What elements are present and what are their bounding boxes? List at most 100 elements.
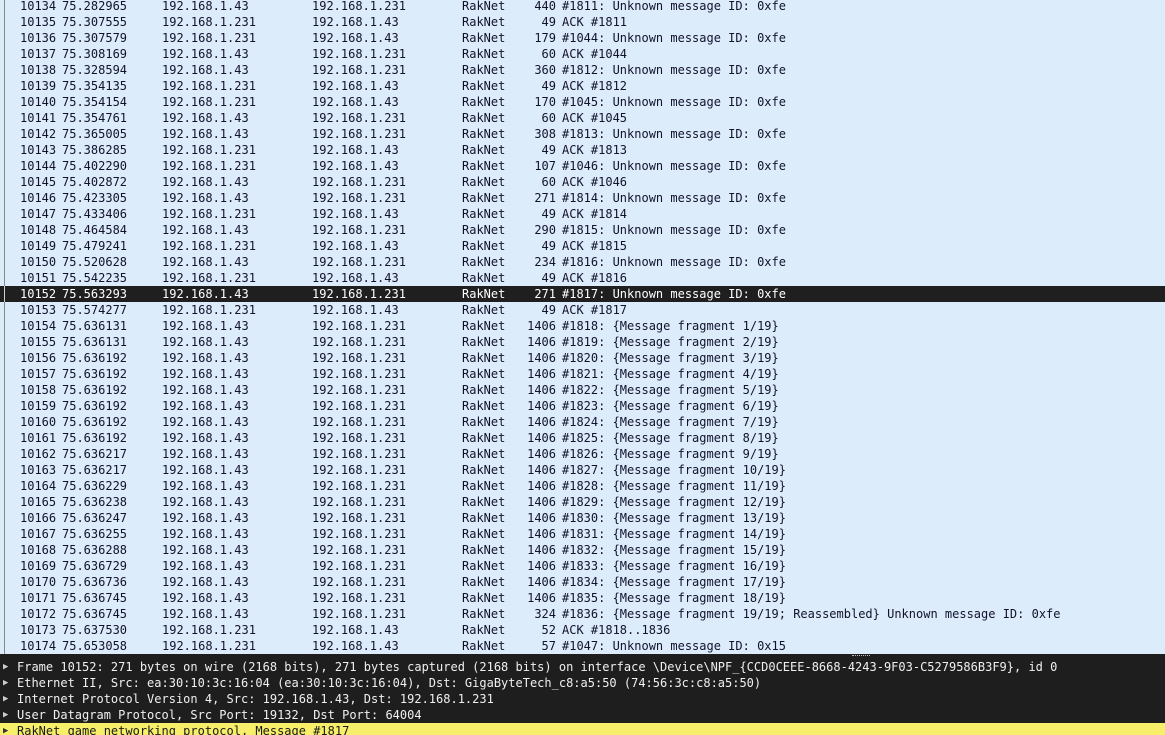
packet-row[interactable]: 10154 75.636131 192.168.1.43 192.168.1.231 R… bbox=[0, 318, 1165, 334]
packet-number: 10153 bbox=[20, 303, 57, 317]
packet-row[interactable]: 10158 75.636192 192.168.1.43 192.168.1.231 R… bbox=[0, 382, 1165, 398]
packet-length: 179 bbox=[534, 31, 556, 45]
packet-info: #1811: Unknown message ID: 0xfe bbox=[562, 0, 786, 13]
packet-row[interactable]: 10153 75.574277 192.168.1.231 192.168.1.43 R… bbox=[0, 302, 1165, 318]
packet-number: 10141 bbox=[20, 111, 57, 125]
expand-arrow-icon[interactable]: ▶ bbox=[3, 675, 13, 691]
packet-row[interactable]: 10147 75.433406 192.168.1.231 192.168.1.43 R… bbox=[0, 206, 1165, 222]
related-packet-line-icon bbox=[4, 590, 7, 606]
packet-source: 192.168.1.43 bbox=[162, 319, 249, 333]
packet-row[interactable]: 10160 75.636192 192.168.1.43 192.168.1.231 R… bbox=[0, 414, 1165, 430]
packet-row[interactable]: 10149 75.479241 192.168.1.231 192.168.1.43 R… bbox=[0, 238, 1165, 254]
packet-protocol: RakNet bbox=[462, 335, 506, 349]
packet-row[interactable]: 10137 75.308169 192.168.1.43 192.168.1.231 R… bbox=[0, 46, 1165, 62]
packet-row[interactable]: 10146 75.423305 192.168.1.43 192.168.1.231 R… bbox=[0, 190, 1165, 206]
packet-row[interactable]: 10135 75.307555 192.168.1.231 192.168.1.43 R… bbox=[0, 14, 1165, 30]
packet-protocol: RakNet bbox=[462, 575, 506, 589]
packet-destination: 192.168.1.231 bbox=[312, 511, 406, 525]
packet-number: 10149 bbox=[20, 239, 57, 253]
packet-list-pane[interactable]: 10134 75.282965 192.168.1.43 192.168.1.231 R… bbox=[0, 0, 1165, 654]
packet-length: 1406 bbox=[527, 335, 556, 349]
detail-row[interactable]: ▶ Frame 10152: 271 bytes on wire (2168 bi… bbox=[0, 659, 1165, 675]
packet-number: 10144 bbox=[20, 159, 57, 173]
packet-time: 75.386285 bbox=[62, 143, 128, 157]
related-packet-line-icon bbox=[4, 270, 7, 286]
packet-row[interactable]: 10168 75.636288 192.168.1.43 192.168.1.231 R… bbox=[0, 542, 1165, 558]
detail-row[interactable]: ▶ Ethernet II, Src: ea:30:10:3c:16:04 (ea… bbox=[0, 675, 1165, 691]
packet-protocol: RakNet bbox=[462, 191, 506, 205]
packet-protocol: RakNet bbox=[462, 111, 506, 125]
packet-row[interactable]: 10163 75.636217 192.168.1.43 192.168.1.231 R… bbox=[0, 462, 1165, 478]
packet-row[interactable]: 10151 75.542235 192.168.1.231 192.168.1.43 R… bbox=[0, 270, 1165, 286]
detail-row-selected[interactable]: ▶ RakNet game networking protocol, Messag… bbox=[0, 723, 1165, 735]
packet-length: 49 bbox=[541, 143, 556, 157]
packet-row[interactable]: 10166 75.636247 192.168.1.43 192.168.1.231 R… bbox=[0, 510, 1165, 526]
packet-row[interactable]: 10162 75.636217 192.168.1.43 192.168.1.231 R… bbox=[0, 446, 1165, 462]
splitter-grip-icon[interactable] bbox=[852, 655, 870, 658]
related-packet-line-icon bbox=[4, 206, 7, 222]
packet-row[interactable]: 10159 75.636192 192.168.1.43 192.168.1.231 R… bbox=[0, 398, 1165, 414]
packet-row[interactable]: 10173 75.637530 192.168.1.231 192.168.1.43 R… bbox=[0, 622, 1165, 638]
packet-length: 49 bbox=[541, 79, 556, 93]
packet-row[interactable]: 10139 75.354135 192.168.1.231 192.168.1.43 R… bbox=[0, 78, 1165, 94]
packet-number: 10156 bbox=[20, 351, 57, 365]
expand-arrow-icon[interactable]: ▶ bbox=[3, 707, 13, 723]
packet-source: 192.168.1.43 bbox=[162, 175, 249, 189]
packet-time: 75.328594 bbox=[62, 63, 128, 77]
related-packet-line-icon bbox=[4, 126, 7, 142]
packet-row[interactable]: 10165 75.636238 192.168.1.43 192.168.1.231 R… bbox=[0, 494, 1165, 510]
packet-details-pane[interactable]: ▶ Frame 10152: 271 bytes on wire (2168 bi… bbox=[0, 659, 1165, 735]
packet-row[interactable]: 10155 75.636131 192.168.1.43 192.168.1.231 R… bbox=[0, 334, 1165, 350]
packet-source: 192.168.1.43 bbox=[162, 431, 249, 445]
packet-info: ACK #1814 bbox=[562, 207, 628, 221]
detail-text: RakNet game networking protocol, Message… bbox=[17, 724, 350, 735]
packet-source: 192.168.1.43 bbox=[162, 447, 249, 461]
packet-row[interactable]: 10171 75.636745 192.168.1.43 192.168.1.231 R… bbox=[0, 590, 1165, 606]
related-packet-line-icon bbox=[4, 574, 7, 590]
packet-row[interactable]: 10172 75.636745 192.168.1.43 192.168.1.231 R… bbox=[0, 606, 1165, 622]
detail-row[interactable]: ▶ User Datagram Protocol, Src Port: 19132… bbox=[0, 707, 1165, 723]
packet-protocol: RakNet bbox=[462, 447, 506, 461]
packet-row[interactable]: 10169 75.636729 192.168.1.43 192.168.1.231 R… bbox=[0, 558, 1165, 574]
packet-row[interactable]: 10134 75.282965 192.168.1.43 192.168.1.231 R… bbox=[0, 0, 1165, 14]
packet-row[interactable]: 10136 75.307579 192.168.1.231 192.168.1.43 R… bbox=[0, 30, 1165, 46]
packet-row[interactable]: 10170 75.636736 192.168.1.43 192.168.1.231 R… bbox=[0, 574, 1165, 590]
packet-protocol: RakNet bbox=[462, 623, 506, 637]
packet-row[interactable]: 10138 75.328594 192.168.1.43 192.168.1.231 R… bbox=[0, 62, 1165, 78]
packet-row[interactable]: 10140 75.354154 192.168.1.231 192.168.1.43 R… bbox=[0, 94, 1165, 110]
packet-row[interactable]: 10143 75.386285 192.168.1.231 192.168.1.43 R… bbox=[0, 142, 1165, 158]
packet-row[interactable]: 10148 75.464584 192.168.1.43 192.168.1.231 R… bbox=[0, 222, 1165, 238]
packet-row[interactable]: 10174 75.653058 192.168.1.231 192.168.1.43 R… bbox=[0, 638, 1165, 654]
packet-info: ACK #1817 bbox=[562, 303, 628, 317]
expand-arrow-icon[interactable]: ▶ bbox=[3, 691, 13, 707]
packet-source: 192.168.1.231 bbox=[162, 79, 256, 93]
packet-length: 1406 bbox=[527, 399, 556, 413]
expand-arrow-icon[interactable]: ▶ bbox=[3, 659, 13, 675]
packet-source: 192.168.1.43 bbox=[162, 335, 249, 349]
related-packet-line-icon bbox=[4, 478, 7, 494]
packet-row[interactable]: 10141 75.354761 192.168.1.43 192.168.1.231 R… bbox=[0, 110, 1165, 126]
packet-info: #1821: {Message fragment 4/19} bbox=[562, 367, 779, 381]
packet-source: 192.168.1.43 bbox=[162, 287, 249, 301]
packet-info: #1823: {Message fragment 6/19} bbox=[562, 399, 779, 413]
packet-time: 75.636745 bbox=[62, 607, 128, 621]
packet-row[interactable]: 10157 75.636192 192.168.1.43 192.168.1.231 R… bbox=[0, 366, 1165, 382]
packet-row[interactable]: 10164 75.636229 192.168.1.43 192.168.1.231 R… bbox=[0, 478, 1165, 494]
packet-row[interactable]: 10167 75.636255 192.168.1.43 192.168.1.231 R… bbox=[0, 526, 1165, 542]
packet-time: 75.365005 bbox=[62, 127, 128, 141]
expand-arrow-icon[interactable]: ▶ bbox=[3, 723, 13, 735]
packet-row[interactable]: 10142 75.365005 192.168.1.43 192.168.1.231 R… bbox=[0, 126, 1165, 142]
packet-row-selected[interactable]: 10152 75.563293 192.168.1.43 192.168.1.231 R… bbox=[0, 286, 1165, 302]
packet-row[interactable]: 10156 75.636192 192.168.1.43 192.168.1.231 R… bbox=[0, 350, 1165, 366]
related-packet-line-icon bbox=[4, 302, 7, 318]
packet-row[interactable]: 10145 75.402872 192.168.1.43 192.168.1.231 R… bbox=[0, 174, 1165, 190]
packet-row[interactable]: 10144 75.402290 192.168.1.231 192.168.1.43 R… bbox=[0, 158, 1165, 174]
packet-time: 75.636192 bbox=[62, 431, 128, 445]
detail-row[interactable]: ▶ Internet Protocol Version 4, Src: 192.1… bbox=[0, 691, 1165, 707]
packet-info: #1817: Unknown message ID: 0xfe bbox=[562, 287, 786, 301]
packet-row[interactable]: 10150 75.520628 192.168.1.43 192.168.1.231 R… bbox=[0, 254, 1165, 270]
packet-info: #1045: Unknown message ID: 0xfe bbox=[562, 95, 786, 109]
related-packet-line-icon bbox=[4, 510, 7, 526]
packet-row[interactable]: 10161 75.636192 192.168.1.43 192.168.1.231 R… bbox=[0, 430, 1165, 446]
packet-source: 192.168.1.231 bbox=[162, 623, 256, 637]
